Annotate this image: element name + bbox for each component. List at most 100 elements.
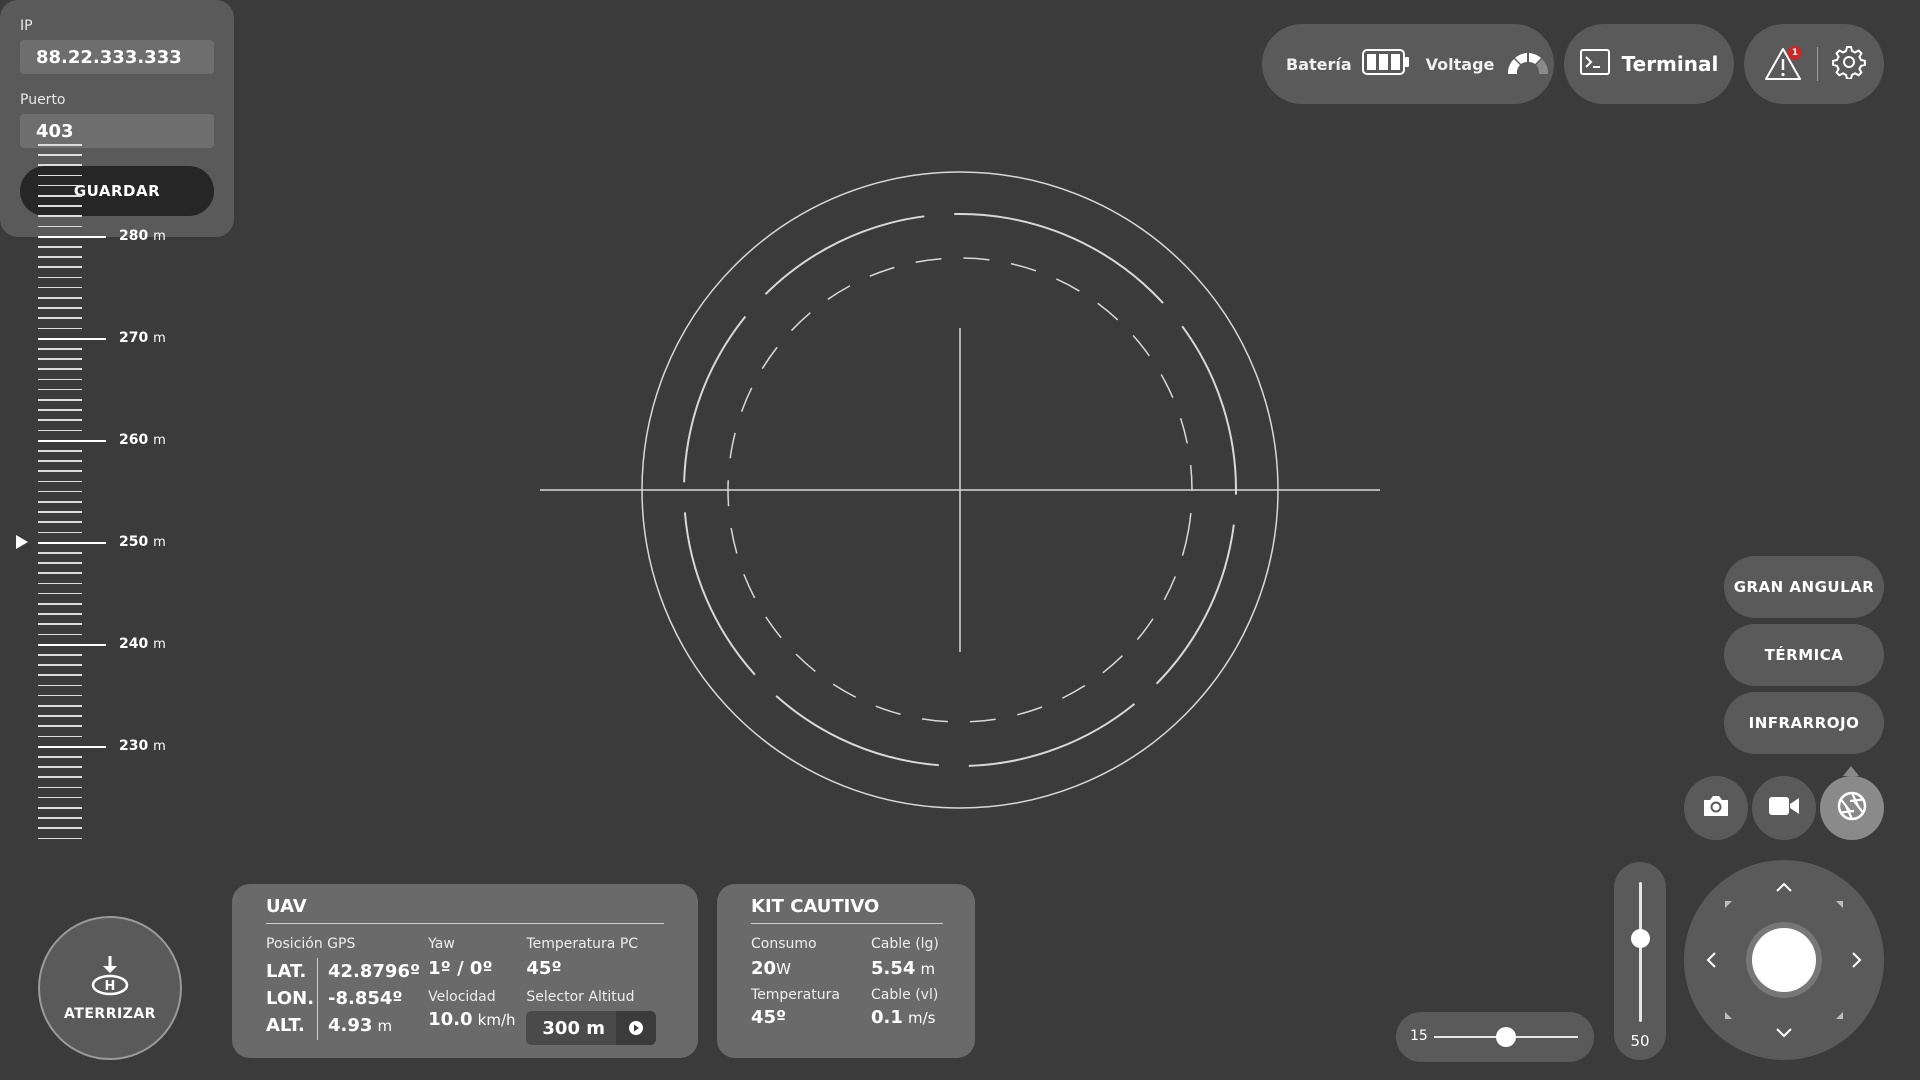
land-button[interactable]: H ATERRIZAR <box>38 916 182 1060</box>
terminal-icon <box>1579 49 1610 79</box>
ruler-tick <box>38 144 82 146</box>
ruler-tick <box>38 276 82 279</box>
svg-text:H: H <box>105 979 116 994</box>
ruler-tick <box>38 603 82 605</box>
consumption-label: Consumo <box>751 936 817 952</box>
gear-icon[interactable] <box>1831 45 1866 83</box>
tethered-kit-panel: KIT CAUTIVO Consumo 20W Temperatura 45º … <box>717 884 975 1058</box>
ruler-major-tick <box>38 643 106 646</box>
lat-value: 42.8796º <box>328 961 421 982</box>
consumption-value: 20 <box>751 958 777 979</box>
cable-vl-value: 0.1 <box>871 1007 903 1028</box>
vertical-slider-value: 50 <box>1630 1032 1650 1050</box>
ruler-tick <box>38 837 82 840</box>
alt-label: ALT. <box>266 1015 305 1036</box>
ruler-tick <box>38 756 82 758</box>
vertical-slider[interactable]: 50 <box>1614 862 1666 1060</box>
ruler-tick <box>38 684 82 687</box>
alt-selector[interactable]: 300 m <box>526 1011 657 1045</box>
ruler-tick <box>38 807 82 809</box>
arrow-left-icon[interactable] <box>1704 950 1718 970</box>
ruler-label-unit: m <box>153 636 166 652</box>
ruler-major-tick <box>38 337 106 340</box>
horizontal-slider[interactable]: 15 <box>1396 1012 1594 1062</box>
ruler-label-unit: m <box>153 534 166 550</box>
ruler-tick <box>38 266 82 268</box>
ip-input[interactable]: 88.22.333.333 <box>20 40 214 74</box>
vertical-slider-track[interactable] <box>1639 882 1642 1022</box>
mode-infrared-button[interactable]: INFRARROJO <box>1724 692 1884 754</box>
arrow-up-right-icon[interactable] <box>1834 900 1844 910</box>
kit-temp-label: Temperatura <box>751 987 840 1003</box>
gps-label: Posición GPS <box>266 936 356 952</box>
mode-wide-angle-button[interactable]: GRAN ANGULAR <box>1724 556 1884 618</box>
ruler-tick <box>38 246 82 248</box>
divider <box>1816 47 1818 81</box>
ruler-tick <box>38 776 82 778</box>
joystick-knob[interactable] <box>1752 928 1816 992</box>
ruler-label-value: 260 <box>119 431 149 448</box>
ruler-tick <box>38 572 82 574</box>
ruler-tick <box>38 215 82 217</box>
ruler-label: 270 m <box>119 330 166 346</box>
ruler-tick <box>38 399 82 401</box>
ruler-label-unit: m <box>153 738 166 754</box>
alert-count-badge: 1 <box>1788 46 1802 60</box>
ruler-tick <box>38 184 82 187</box>
ruler-tick <box>38 511 82 513</box>
ruler-tick <box>38 531 82 534</box>
arrow-down-left-icon[interactable] <box>1724 1010 1734 1020</box>
video-button[interactable] <box>1752 776 1816 840</box>
arrow-down-right-icon[interactable] <box>1834 1010 1844 1020</box>
yaw-value: 1º / 0º <box>428 958 493 979</box>
alt-value: 4.93 <box>328 1015 373 1036</box>
arrow-up-icon[interactable] <box>1774 880 1794 894</box>
ruler-tick <box>38 470 82 472</box>
mode-thermal-button[interactable]: TÉRMICA <box>1724 624 1884 686</box>
alt-unit: m <box>377 1017 393 1035</box>
vertical-slider-thumb[interactable] <box>1631 929 1650 948</box>
ruler-tick <box>38 286 82 289</box>
ruler-tick <box>38 654 82 656</box>
kit-title: KIT CAUTIVO <box>751 896 943 924</box>
ruler-tick <box>38 317 82 319</box>
video-camera-icon <box>1768 795 1800 821</box>
ruler-tick <box>38 582 82 585</box>
uav-title: UAV <box>266 896 664 924</box>
ruler-tick <box>38 225 82 228</box>
gimbal-joystick[interactable] <box>1684 860 1884 1060</box>
lon-value: -8.854º <box>328 988 403 1009</box>
ruler-tick <box>38 664 82 666</box>
ruler-label-value: 280 <box>119 227 149 244</box>
ruler-major-tick <box>38 439 106 442</box>
terminal-button[interactable]: Terminal <box>1564 24 1734 104</box>
arrow-up-left-icon[interactable] <box>1724 900 1734 910</box>
ruler-tick <box>38 358 82 360</box>
alt-selector-value[interactable]: 300 m <box>526 1018 616 1039</box>
ruler-label: 230 m <box>119 738 166 754</box>
alt-selector-submit-button[interactable] <box>616 1011 657 1045</box>
ruler-label-value: 230 <box>119 737 149 754</box>
ruler-tick <box>38 796 82 799</box>
ip-label: IP <box>20 18 33 34</box>
aperture-button[interactable] <box>1820 776 1884 840</box>
ruler-tick <box>38 735 82 738</box>
photo-button[interactable] <box>1684 776 1748 840</box>
ruler-tick <box>38 307 82 309</box>
ruler-label: 250 m <box>119 534 166 550</box>
ruler-major-tick <box>38 745 106 748</box>
horizontal-slider-thumb[interactable] <box>1496 1027 1516 1047</box>
lon-label: LON. <box>266 988 315 1009</box>
ruler-major-tick <box>38 235 106 238</box>
ruler-major-tick <box>38 541 106 544</box>
ruler-tick <box>38 694 82 697</box>
uav-info-panel: UAV Posición GPS LAT. LON. ALT. 42.8796º… <box>232 884 698 1058</box>
arrow-right-icon[interactable] <box>1850 950 1864 970</box>
ruler-tick <box>38 450 82 452</box>
voltage-gauge-icon <box>1504 48 1552 80</box>
horizontal-slider-value: 15 <box>1410 1028 1428 1044</box>
ruler-tick <box>38 388 82 391</box>
ruler-tick <box>38 552 82 554</box>
arrow-down-icon[interactable] <box>1774 1026 1794 1040</box>
terminal-label: Terminal <box>1621 52 1719 76</box>
